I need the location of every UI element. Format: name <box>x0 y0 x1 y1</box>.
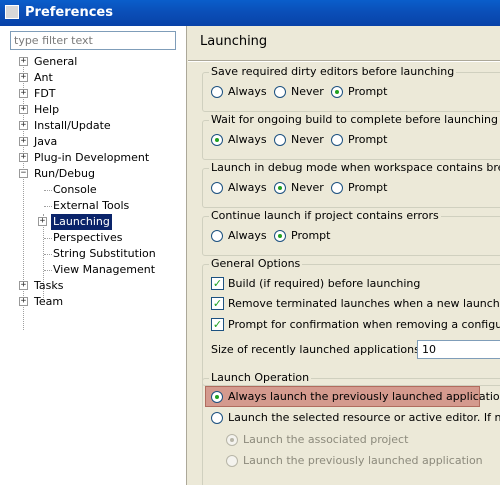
group-general-options: General Options ✓ Build (if required) be… <box>202 257 500 386</box>
group-title: Launch in debug mode when workspace cont… <box>209 161 500 174</box>
recent-list-size-input[interactable]: 10 <box>417 340 500 359</box>
radio-button[interactable] <box>226 434 238 446</box>
tree-item-label: String Substitution <box>53 247 156 260</box>
preference-page: Launching Save required dirty editors be… <box>188 26 500 485</box>
radio-label: Launch the associated project <box>243 433 409 446</box>
expand-icon[interactable]: + <box>38 217 47 226</box>
radio-label: Never <box>291 85 324 98</box>
group-debug-mode: Launch in debug mode when workspace cont… <box>202 161 500 208</box>
radio-button[interactable] <box>211 391 223 403</box>
expand-icon[interactable]: + <box>19 137 28 146</box>
group-title: General Options <box>209 257 303 270</box>
radio-button[interactable] <box>211 86 223 98</box>
filter-input[interactable] <box>10 31 176 50</box>
radio-button[interactable] <box>331 134 343 146</box>
tree-item-label: Console <box>53 183 97 196</box>
tree-item-label: External Tools <box>53 199 130 212</box>
group-title: Wait for ongoing build to complete befor… <box>209 113 500 126</box>
radio-button[interactable] <box>274 182 286 194</box>
checkbox-label: Prompt for confirmation when removing a … <box>228 318 500 331</box>
group-launch-operation: Launch Operation Always launch the previ… <box>202 371 500 485</box>
expand-icon[interactable]: + <box>19 297 28 306</box>
checkbox[interactable]: ✓ <box>211 318 224 331</box>
group-title: Save required dirty editors before launc… <box>209 65 457 78</box>
radio-button[interactable] <box>226 455 238 467</box>
group-continue-errors: Continue launch if project contains erro… <box>202 209 500 256</box>
expand-icon[interactable]: + <box>19 73 28 82</box>
radio-button[interactable] <box>274 230 286 242</box>
radio-label: Always <box>228 229 267 242</box>
title-separator <box>188 60 500 62</box>
page-title: Launching <box>200 34 268 49</box>
radio-button[interactable] <box>211 230 223 242</box>
window-title: Preferences <box>25 5 113 20</box>
radio-label: Always <box>228 133 267 146</box>
radio-label: Prompt <box>348 85 388 98</box>
tree-item-label: Install/Update <box>34 119 111 132</box>
radio-button[interactable] <box>274 134 286 146</box>
expand-icon[interactable]: + <box>19 121 28 130</box>
radio-label: Never <box>291 133 324 146</box>
collapse-icon[interactable]: − <box>19 169 28 178</box>
radio-label: Launch the selected resource or active e… <box>228 411 500 424</box>
tree-item-label: FDT <box>34 87 56 100</box>
group-title: Launch Operation <box>209 371 312 384</box>
checkbox[interactable]: ✓ <box>211 277 224 290</box>
group-wait-build: Wait for ongoing build to complete befor… <box>202 113 500 160</box>
group-title: Continue launch if project contains erro… <box>209 209 441 222</box>
group-save-dirty-editors: Save required dirty editors before launc… <box>202 65 500 112</box>
radio-label: Prompt <box>348 133 388 146</box>
radio-button[interactable] <box>331 86 343 98</box>
recent-list-size-label: Size of recently launched applications l… <box>211 343 444 356</box>
tree-item-label: Perspectives <box>53 231 123 244</box>
tree-item-label: Ant <box>34 71 53 84</box>
checkbox-label: Build (if required) before launching <box>228 277 421 290</box>
tree-item-label: View Management <box>53 263 156 276</box>
preference-tree-pane: + General + Ant + FDT + Help + Install/U… <box>0 26 187 485</box>
checkbox[interactable]: ✓ <box>211 297 224 310</box>
radio-label: Always launch the previously launched ap… <box>228 390 500 403</box>
radio-label: Always <box>228 181 267 194</box>
radio-button[interactable] <box>274 86 286 98</box>
checkbox-label: Remove terminated launches when a new la… <box>228 297 500 310</box>
tree-item-label: General <box>34 55 78 68</box>
app-icon <box>5 5 19 19</box>
tree-item-label: Tasks <box>34 279 64 292</box>
radio-label: Never <box>291 181 324 194</box>
title-bar: Preferences <box>0 0 500 26</box>
tree-item-label: Help <box>34 103 60 116</box>
expand-icon[interactable]: + <box>19 153 28 162</box>
tree-item-label: Plug-in Development <box>34 151 150 164</box>
expand-icon[interactable]: + <box>19 281 28 290</box>
radio-button[interactable] <box>211 412 223 424</box>
tree-item-label: Team <box>34 295 64 308</box>
radio-label: Launch the previously launched applicati… <box>243 454 483 467</box>
radio-label: Always <box>228 85 267 98</box>
expand-icon[interactable]: + <box>19 89 28 98</box>
radio-button[interactable] <box>211 182 223 194</box>
radio-label: Prompt <box>291 229 331 242</box>
radio-button[interactable] <box>211 134 223 146</box>
tree-item-label: Java <box>34 135 58 148</box>
radio-label: Prompt <box>348 181 388 194</box>
tree-item-label: Launching <box>51 214 112 230</box>
tree-item-label: Run/Debug <box>34 167 95 180</box>
radio-button[interactable] <box>331 182 343 194</box>
expand-icon[interactable]: + <box>19 105 28 114</box>
expand-icon[interactable]: + <box>19 57 28 66</box>
